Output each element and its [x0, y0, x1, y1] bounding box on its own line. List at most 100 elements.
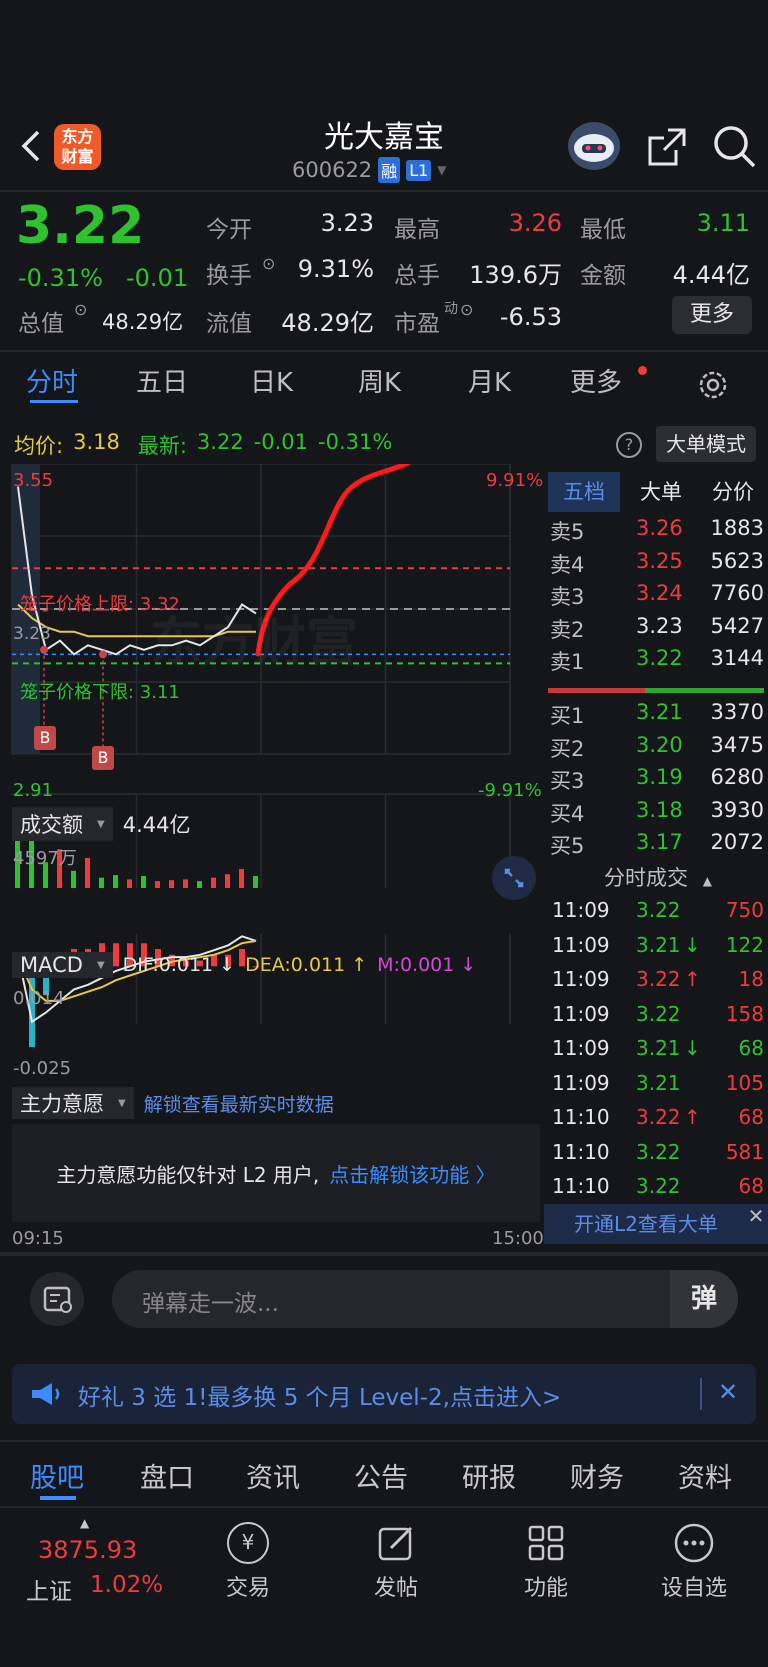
bid-level[interactable]: 买4 3.18 3930	[548, 798, 768, 830]
volume-bar	[239, 869, 244, 888]
ask-level[interactable]: 卖4 3.25 5623	[548, 549, 768, 581]
tick-volume: 18	[738, 967, 764, 991]
pe-sup: 动	[444, 301, 458, 317]
info-icon[interactable]: ⊙	[460, 300, 473, 319]
ticks-header-label: 分时成交	[604, 866, 689, 890]
info-icon[interactable]: ⊙	[262, 254, 275, 273]
robot-assistant-icon[interactable]	[566, 120, 622, 172]
ask-level[interactable]: 卖1 3.22 3144	[548, 646, 768, 678]
main-force-unlock-link[interactable]: 点击解锁该功能 〉	[329, 1159, 495, 1188]
last-label: 最新:	[137, 434, 187, 458]
buy-marker[interactable]: B	[92, 746, 114, 770]
orderbook-tab-price[interactable]: 分价	[698, 472, 768, 512]
ask-level[interactable]: 卖3 3.24 7760	[548, 581, 768, 613]
tick-arrow: ↑	[684, 1105, 701, 1129]
close-icon[interactable]: ✕	[744, 1204, 768, 1228]
tick-time: 11:09	[552, 898, 610, 922]
dropdown-icon: ▼	[97, 818, 105, 830]
dropdown-icon: ▼	[118, 1097, 126, 1109]
tick-row: 11:09 3.21 105	[548, 1071, 768, 1104]
dropdown-icon: ▼	[96, 959, 105, 971]
bottom-tab-research[interactable]: 研报	[462, 1456, 516, 1495]
volume-value: 139.6万	[469, 261, 562, 289]
mcap-value: 48.29亿	[102, 310, 184, 334]
level-label: 买3	[550, 769, 585, 793]
info-icon[interactable]: ⊙	[74, 300, 87, 319]
bottom-tab-forum[interactable]: 股吧	[30, 1456, 84, 1495]
amount-value: 4.44亿	[672, 261, 750, 289]
pe-value: -6.53	[499, 303, 562, 331]
avg-value: 3.18	[73, 430, 120, 454]
search-icon[interactable]	[712, 124, 758, 170]
tick-row: 11:10 3.22 68	[548, 1174, 768, 1207]
bid-level[interactable]: 买3 3.19 6280	[548, 765, 768, 797]
tick-volume: 68	[738, 1036, 764, 1060]
tab-weekly-k[interactable]: 周K	[358, 362, 401, 399]
bid-level[interactable]: 买5 3.17 2072	[548, 830, 768, 862]
index-ticker[interactable]: ▲ 3875.93 上证 1.02%	[18, 1516, 178, 1606]
volume-indicator-label: 成交额	[20, 813, 83, 837]
stock-code-row[interactable]: 600622 融 L1 ▼	[292, 156, 447, 184]
promo-banner[interactable]: 好礼 3 选 1!最多换 5 个月 Level-2,点击进入> ✕	[12, 1364, 756, 1424]
expand-icon[interactable]	[492, 856, 536, 900]
main-force-panel: 主力意愿功能仅针对 L2 用户, 点击解锁该功能 〉	[12, 1124, 540, 1222]
bottom-tab-news[interactable]: 资讯	[246, 1456, 300, 1495]
comment-list-icon[interactable]	[30, 1272, 84, 1326]
main-force-select[interactable]: 主力意愿 ▼	[12, 1087, 134, 1119]
buy-marker[interactable]: B	[34, 726, 56, 750]
level-volume: 3144	[710, 646, 764, 670]
y-min-label: 2.91	[13, 780, 54, 801]
level-label: 买1	[550, 704, 585, 728]
main-force-header: 主力意愿 ▼ 解锁查看最新实时数据	[12, 1086, 334, 1120]
ticks-header[interactable]: 分时成交 ▲	[548, 862, 768, 892]
volume-indicator-select[interactable]: 成交额 ▼	[12, 807, 113, 841]
tick-price: 3.22	[636, 1174, 681, 1198]
danmaku-input[interactable]: 弹幕走一波... 弹	[112, 1270, 738, 1328]
orderbook-tab-big[interactable]: 大单	[626, 472, 696, 512]
ask-level[interactable]: 卖5 3.26 1883	[548, 516, 768, 548]
tab-monthly-k[interactable]: 月K	[468, 362, 511, 399]
tick-time: 11:09	[552, 967, 610, 991]
nav-function[interactable]: 功能	[496, 1516, 596, 1606]
level-volume: 5623	[710, 548, 764, 573]
avg-label: 均价:	[14, 434, 64, 458]
volume-bar	[113, 875, 118, 888]
macd-label: MACD	[20, 953, 83, 977]
tab-daily-k[interactable]: 日K	[250, 362, 293, 399]
promo-close-icon[interactable]: ✕	[718, 1378, 738, 1406]
bottom-tab-notice[interactable]: 公告	[354, 1456, 408, 1495]
bid-level[interactable]: 买2 3.20 3475	[548, 733, 768, 765]
nav-trade[interactable]: ¥ 交易	[198, 1516, 298, 1606]
volume-bar	[85, 857, 90, 888]
tick-price: 3.22	[636, 967, 681, 991]
volume-bar	[225, 874, 230, 888]
bottom-tab-profile[interactable]: 资料	[678, 1456, 732, 1495]
orderbook-tab-five[interactable]: 五档	[548, 472, 620, 512]
settings-icon[interactable]	[696, 368, 730, 402]
l2-banner[interactable]: 开通L2查看大单	[544, 1204, 768, 1244]
bid-level[interactable]: 买1 3.21 3370	[548, 700, 768, 732]
unlock-link[interactable]: 解锁查看最新实时数据	[144, 1090, 334, 1117]
more-button[interactable]: 更多	[672, 296, 752, 334]
macd-indicator-select[interactable]: MACD ▼	[12, 952, 113, 978]
share-icon[interactable]	[646, 126, 688, 168]
nav-watchlist[interactable]: 设自选	[644, 1516, 744, 1606]
ask-level[interactable]: 卖2 3.23 5427	[548, 614, 768, 646]
more-dots-icon	[673, 1522, 715, 1564]
help-icon[interactable]: ?	[616, 432, 642, 458]
tab-intraday[interactable]: 分时	[26, 362, 78, 399]
bottom-tab-finance[interactable]: 财务	[570, 1456, 624, 1495]
volume-bar	[141, 875, 146, 888]
nav-post[interactable]: 发帖	[346, 1516, 446, 1606]
danmaku-send-button[interactable]: 弹	[670, 1270, 738, 1328]
open-value: 3.23	[320, 209, 374, 237]
level-volume: 1883	[710, 516, 764, 540]
big-order-mode-button[interactable]: 大单模式	[656, 426, 756, 462]
volume-max-label: 4597万	[13, 848, 77, 869]
open-label: 今开	[206, 217, 252, 243]
level-volume: 3475	[710, 732, 764, 757]
tab-more[interactable]: 更多	[570, 362, 622, 399]
tab-five-day[interactable]: 五日	[136, 362, 188, 399]
tick-volume: 750	[725, 898, 764, 922]
bottom-tab-handicap[interactable]: 盘口	[140, 1456, 194, 1495]
